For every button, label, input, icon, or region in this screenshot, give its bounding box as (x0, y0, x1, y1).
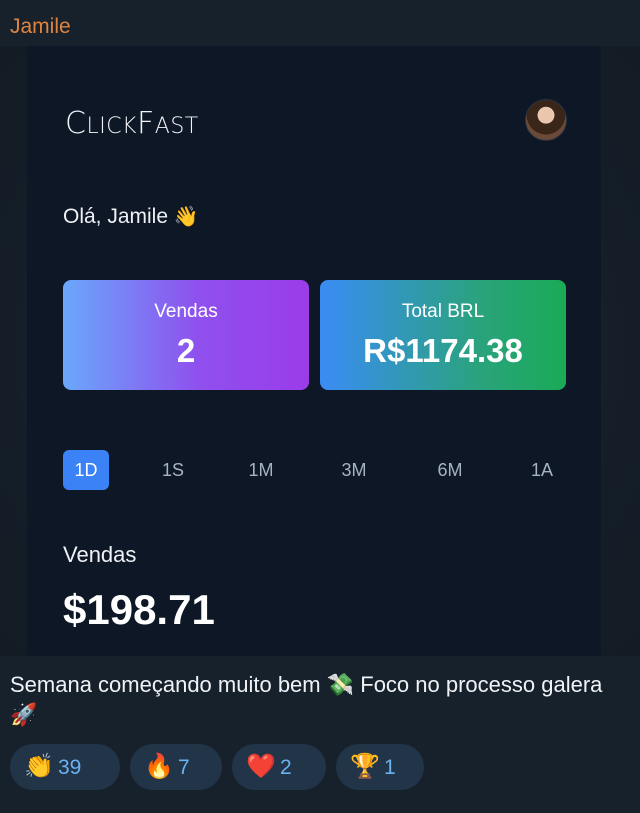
card-value: R$1174.38 (363, 332, 523, 369)
chat-message: Jamile CLICKFAST Olá, Jamile 👋 Vendas 2 … (0, 0, 640, 813)
reaction-count: 2 (280, 756, 292, 779)
money-icon: 💸 (326, 672, 355, 697)
app-screenshot: CLICKFAST Olá, Jamile 👋 Vendas 2 Total B… (27, 46, 601, 656)
period-tab-1d: 1D (63, 450, 109, 490)
avatar (525, 99, 567, 141)
sales-count-card: Vendas 2 (63, 280, 309, 390)
trophy-icon: 🏆 (350, 753, 380, 780)
sales-value: $198.71 (63, 586, 215, 633)
total-brl-card: Total BRL R$1174.38 (320, 280, 566, 390)
card-label: Total BRL (401, 301, 485, 322)
clickfast-logo: CLICKFAST (65, 106, 199, 141)
rocket-icon: 🚀 (10, 702, 38, 727)
reaction-count: 7 (178, 756, 190, 779)
reaction-count: 39 (58, 756, 82, 779)
period-tab-1m: 1M (248, 460, 274, 480)
wave-icon: 👋 (173, 206, 199, 228)
reaction-count: 1 (384, 756, 396, 779)
period-tab-1a: 1A (530, 460, 554, 480)
fire-icon: 🔥 (144, 753, 174, 780)
reaction-clap[interactable]: 👏 39 (10, 744, 120, 790)
message-text: Semana começando muito bem 💸 Foco no pro… (10, 672, 603, 727)
reaction-trophy[interactable]: 🏆 1 (336, 744, 424, 790)
greeting: Olá, Jamile 👋 (63, 205, 199, 228)
period-tab-6m: 6M (437, 460, 463, 480)
card-value: 2 (176, 332, 196, 369)
sales-label: Vendas (63, 542, 137, 567)
period-selector: 1D 1S 1M 3M 6M 1A (63, 450, 566, 490)
sender-name[interactable]: Jamile (10, 14, 71, 40)
media-attachment[interactable]: CLICKFAST Olá, Jamile 👋 Vendas 2 Total B… (0, 46, 640, 656)
period-tab-3m: 3M (341, 460, 367, 480)
reaction-heart[interactable]: ❤️ 2 (232, 744, 326, 790)
card-label: Vendas (154, 301, 218, 322)
clap-icon: 👏 (24, 753, 54, 780)
reaction-fire[interactable]: 🔥 7 (130, 744, 222, 790)
heart-icon: ❤️ (246, 753, 276, 780)
period-tab-1s: 1S (161, 460, 185, 480)
